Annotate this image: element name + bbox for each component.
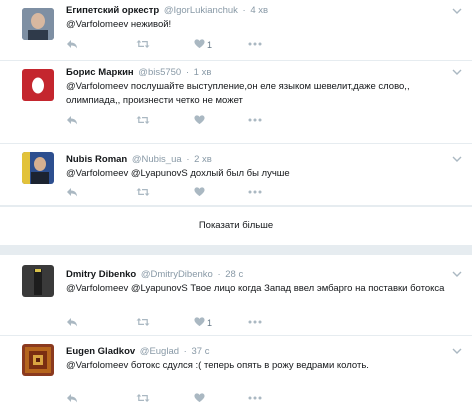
more-dots-icon[interactable] (248, 186, 262, 198)
mention-link[interactable]: @Varfolomeev (66, 19, 128, 30)
reply-icon[interactable] (66, 186, 78, 198)
tweet-actions (66, 114, 296, 128)
like-count: 1 (207, 318, 213, 328)
divider (0, 205, 472, 206)
heart-icon[interactable] (194, 316, 205, 328)
tweet[interactable]: Dmitry Dibenko @DmitryDibenko · 28 с @Va… (0, 255, 472, 335)
separator: · (242, 5, 246, 16)
tweet[interactable]: Eugen Gladkov @Euglad · 37 с @Varfolomee… (0, 336, 472, 406)
tweet-text-container: @Varfolomeev @LyapunovS Твое лицо когда … (66, 282, 451, 296)
tweet-text-container: @Varfolomeev ботокс сдулся :( теперь опя… (66, 359, 451, 373)
tweet-text-container: @Varfolomeev неживой! (66, 18, 451, 32)
tweet-text: Твое лицо когда Запад ввел эмбарго на по… (187, 283, 445, 294)
reply-icon[interactable] (66, 316, 78, 328)
retweet-icon[interactable] (136, 392, 150, 404)
more-dots-icon[interactable] (248, 38, 262, 50)
mention-link[interactable]: @Varfolomeev (66, 81, 128, 92)
avatar[interactable] (22, 344, 54, 376)
author-name[interactable]: Борис Маркин (66, 67, 134, 78)
separator: · (185, 67, 190, 78)
tweet-text: ботокс сдулся :( теперь опять в рожу вед… (128, 360, 369, 371)
tweet[interactable]: Nubis Roman @Nubis_ua · 2 хв @Varfolomee… (0, 144, 472, 205)
tweet[interactable]: Борис Маркин @bis5750 · 1 хв @Varfolomee… (0, 61, 472, 143)
retweet-icon[interactable] (136, 316, 150, 328)
avatar[interactable] (22, 69, 54, 101)
heart-icon[interactable] (194, 38, 205, 50)
tweet-text-container: @Varfolomeev @LyapunovS дохлый был бы лу… (66, 167, 451, 181)
tweet-text-container: @Varfolomeev послушайте выступление,он е… (66, 80, 451, 108)
mention-link[interactable]: @Varfolomeev @LyapunovS (66, 168, 188, 179)
like-count: 1 (207, 40, 213, 50)
retweet-icon[interactable] (136, 38, 150, 50)
author-name[interactable]: Nubis Roman (66, 154, 127, 165)
chevron-down-icon[interactable] (452, 346, 464, 358)
tweet-text: дохлый был бы лучше (187, 168, 290, 179)
author-handle[interactable]: @Euglad (140, 346, 179, 357)
heart-icon[interactable] (194, 186, 205, 198)
more-dots-icon[interactable] (248, 316, 262, 328)
timestamp[interactable]: 1 хв (194, 67, 212, 78)
mention-link[interactable]: @Varfolomeev (66, 360, 128, 371)
author-handle[interactable]: @IgorLukianchuk (164, 5, 238, 16)
avatar[interactable] (22, 265, 54, 297)
author-handle[interactable]: @Nubis_ua (132, 154, 182, 165)
chevron-down-icon[interactable] (452, 6, 464, 18)
avatar[interactable] (22, 152, 54, 184)
tweet-text: неживой! (128, 19, 172, 30)
author-handle[interactable]: @bis5750 (138, 67, 181, 78)
reply-icon[interactable] (66, 38, 78, 50)
timestamp[interactable]: 28 с (225, 269, 243, 280)
author-name[interactable]: Dmitry Dibenko (66, 269, 136, 280)
retweet-icon[interactable] (136, 186, 150, 198)
author-name[interactable]: Египетский оркестр (66, 5, 159, 16)
tweet-actions (66, 186, 296, 200)
reply-icon[interactable] (66, 392, 78, 404)
show-more-button[interactable]: Показати більше (0, 207, 472, 245)
heart-icon[interactable] (194, 114, 205, 126)
mention-link[interactable]: @Varfolomeev @LyapunovS (66, 283, 188, 294)
tweet-actions (66, 392, 296, 406)
timestamp[interactable]: 37 с (191, 346, 209, 357)
chevron-down-icon[interactable] (452, 67, 464, 79)
more-dots-icon[interactable] (248, 114, 262, 126)
tweet[interactable]: Египетский оркестр @IgorLukianchuk · 4 х… (0, 0, 472, 60)
chevron-down-icon[interactable] (452, 154, 464, 166)
separator: · (217, 269, 221, 280)
reply-icon[interactable] (66, 114, 78, 126)
author-handle[interactable]: @DmitryDibenko (141, 269, 213, 280)
timestamp[interactable]: 2 хв (194, 154, 212, 165)
timestamp[interactable]: 4 хв (250, 5, 268, 16)
tweet-actions: 1 (66, 316, 296, 330)
heart-icon[interactable] (194, 392, 205, 404)
retweet-icon[interactable] (136, 114, 150, 126)
separator: · (183, 346, 187, 357)
more-dots-icon[interactable] (248, 392, 262, 404)
separator: · (186, 154, 190, 165)
avatar[interactable] (22, 8, 54, 40)
tweet-actions: 1 (66, 38, 296, 52)
author-name[interactable]: Eugen Gladkov (66, 346, 135, 357)
chevron-down-icon[interactable] (452, 269, 464, 281)
